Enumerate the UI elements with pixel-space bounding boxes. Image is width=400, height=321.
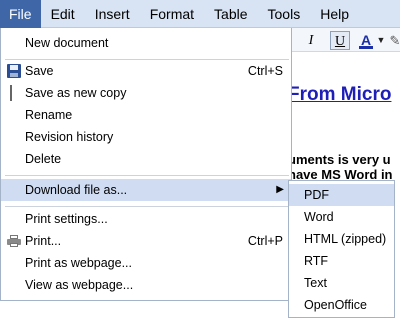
menubar: File Edit Insert Format Table Tools Help (0, 0, 400, 28)
menu-item-print[interactable]: Print... Ctrl+P (1, 230, 291, 252)
printer-icon (7, 235, 21, 247)
menu-item-save-as-new-copy[interactable]: Save as new copy (1, 82, 291, 104)
submenu-item-label: OpenOffice (304, 298, 368, 312)
menu-item-label: Print... (25, 234, 62, 248)
download-option-text[interactable]: Text (289, 272, 394, 294)
save-icon (7, 64, 21, 78)
menu-item-download-file-as[interactable]: Download file as... ▶ (1, 179, 291, 201)
download-option-word[interactable]: Word (289, 206, 394, 228)
menu-insert[interactable]: Insert (85, 0, 140, 28)
menu-file[interactable]: File (0, 0, 41, 28)
menu-item-rename[interactable]: Rename (1, 104, 291, 126)
file-menu-dropdown: New document Save Ctrl+S Save as new cop… (0, 28, 292, 301)
menu-item-new-document[interactable]: New document (1, 32, 291, 54)
menu-table[interactable]: Table (204, 0, 257, 28)
download-option-pdf[interactable]: PDF (289, 184, 394, 206)
document-heading-link[interactable]: From Micro (288, 84, 391, 106)
chevron-down-icon[interactable]: ▼ (376, 31, 386, 50)
menu-item-label: Delete (25, 152, 62, 166)
menu-divider (5, 206, 289, 207)
menu-item-label: Print as webpage... (25, 256, 133, 270)
menu-item-label: Revision history (25, 130, 114, 144)
menu-item-label: New document (25, 36, 109, 50)
submenu-arrow-icon: ▶ (276, 184, 284, 195)
menu-edit[interactable]: Edit (41, 0, 85, 28)
menu-item-label: Save (25, 64, 54, 78)
download-format-submenu: PDF Word HTML (zipped) RTF Text OpenOffi… (288, 180, 395, 318)
italic-button[interactable]: I (304, 31, 318, 50)
menu-item-shortcut: Ctrl+P (247, 234, 283, 248)
menu-item-label: Print settings... (25, 212, 108, 226)
document-text-line: uments is very u (288, 152, 391, 167)
underline-button[interactable]: U (330, 31, 350, 50)
menu-item-save[interactable]: Save Ctrl+S (1, 60, 291, 82)
submenu-item-label: Word (304, 210, 334, 224)
submenu-item-label: RTF (304, 254, 329, 268)
menu-item-shortcut: Ctrl+S (247, 64, 283, 78)
menu-item-label: View as webpage... (25, 278, 134, 292)
formatting-toolbar: I U A ▼ ✎ (290, 28, 400, 52)
menu-item-label: Download file as... (25, 183, 128, 197)
menu-tools[interactable]: Tools (258, 0, 311, 28)
save-copy-icon (10, 85, 12, 101)
highlight-pen-icon[interactable]: ✎ (388, 31, 400, 50)
download-option-html-zipped[interactable]: HTML (zipped) (289, 228, 394, 250)
menu-item-print-as-webpage[interactable]: Print as webpage... (1, 252, 291, 274)
menu-item-print-settings[interactable]: Print settings... (1, 208, 291, 230)
text-color-swatch (359, 46, 373, 49)
menu-help[interactable]: Help (310, 0, 359, 28)
submenu-item-label: Text (304, 276, 327, 290)
menu-item-label: Rename (25, 108, 73, 122)
text-color-button[interactable]: A (356, 31, 376, 50)
menu-format[interactable]: Format (140, 0, 204, 28)
download-option-openoffice[interactable]: OpenOffice (289, 294, 394, 316)
submenu-item-label: PDF (304, 188, 329, 202)
menu-divider (5, 175, 289, 176)
submenu-item-label: HTML (zipped) (304, 232, 387, 246)
download-option-rtf[interactable]: RTF (289, 250, 394, 272)
menu-item-label: Save as new copy (25, 86, 127, 100)
menu-item-view-as-webpage[interactable]: View as webpage... (1, 274, 291, 296)
menu-item-revision-history[interactable]: Revision history (1, 126, 291, 148)
menu-item-delete[interactable]: Delete (1, 148, 291, 170)
